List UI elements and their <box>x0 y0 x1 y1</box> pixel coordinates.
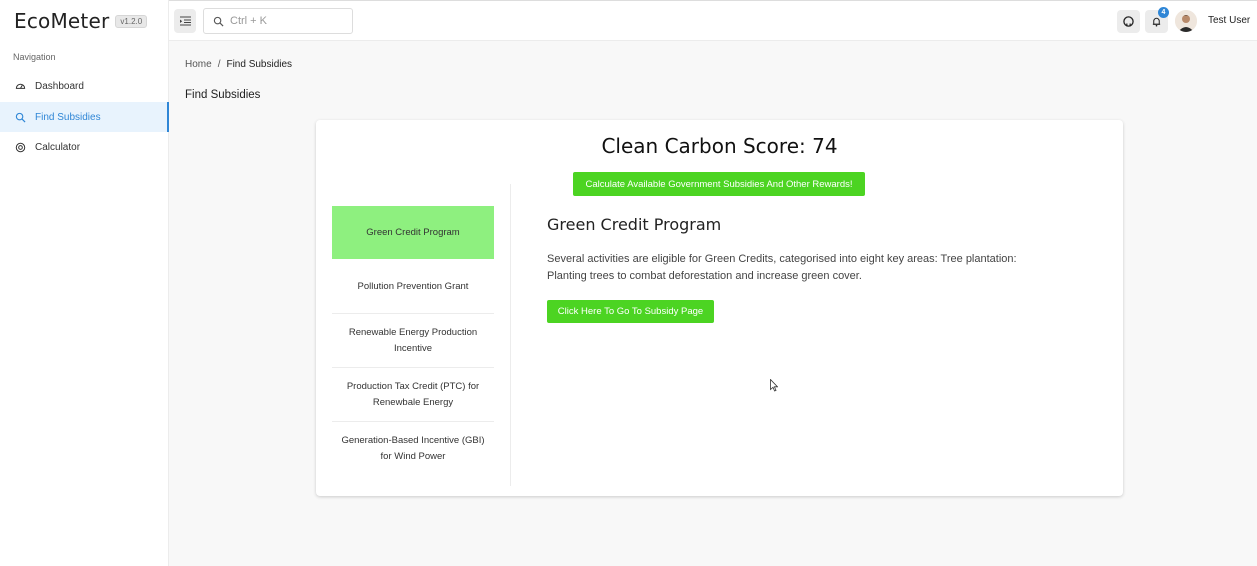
program-tab-renewable-energy-incentive[interactable]: Renewable Energy Production Incentive <box>332 314 494 368</box>
notification-badge: 4 <box>1158 7 1169 18</box>
vertical-divider <box>510 184 511 486</box>
calculator-icon <box>15 142 26 152</box>
menu-indent-icon <box>179 16 191 26</box>
menu-toggle-button[interactable] <box>174 9 196 33</box>
search-icon <box>213 16 224 27</box>
bell-icon <box>1152 17 1161 27</box>
search-icon <box>15 112 26 123</box>
dashboard-icon <box>15 83 26 89</box>
breadcrumb-home[interactable]: Home <box>185 59 212 70</box>
page-title: Find Subsidies <box>185 89 261 101</box>
search-box[interactable] <box>203 8 353 34</box>
program-tab-production-tax-credit[interactable]: Production Tax Credit (PTC) for Renewbal… <box>332 368 494 422</box>
program-tab-pollution-prevention[interactable]: Pollution Prevention Grant <box>332 260 494 314</box>
avatar[interactable] <box>1175 10 1197 32</box>
go-to-subsidy-page-button[interactable]: Click Here To Go To Subsidy Page <box>547 300 714 323</box>
sidebar-item-label: Dashboard <box>35 80 84 92</box>
carbon-score-heading: Clean Carbon Score: 74 <box>601 134 838 158</box>
search-input[interactable] <box>230 15 340 27</box>
program-tab-green-credit[interactable]: Green Credit Program <box>332 206 494 259</box>
sidebar: EcoMeter v1.2.0 Navigation Dashboard Fin… <box>0 0 169 566</box>
subsidies-card: Clean Carbon Score: 74 Calculate Availab… <box>316 120 1123 496</box>
app-name: EcoMeter <box>14 9 110 33</box>
nav-heading: Navigation <box>13 52 56 62</box>
breadcrumb: Home / Find Subsidies <box>185 59 292 70</box>
sidebar-item-dashboard[interactable]: Dashboard <box>0 71 169 101</box>
topbar: 4 Test User <box>169 0 1257 41</box>
sidebar-item-find-subsidies[interactable]: Find Subsidies <box>0 102 169 132</box>
github-icon <box>1123 16 1134 27</box>
breadcrumb-separator: / <box>217 59 221 70</box>
github-button[interactable] <box>1117 10 1140 33</box>
sidebar-item-label: Find Subsidies <box>35 111 101 123</box>
sidebar-item-label: Calculator <box>35 141 81 153</box>
program-tab-generation-based-incentive[interactable]: Generation-Based Incentive (GBI) for Win… <box>332 422 494 476</box>
notifications-button[interactable]: 4 <box>1145 7 1169 33</box>
program-list: Green Credit Program Pollution Preventio… <box>332 206 494 476</box>
version-badge: v1.2.0 <box>115 14 148 28</box>
brand[interactable]: EcoMeter v1.2.0 <box>14 9 148 33</box>
user-avatar-icon <box>1175 10 1197 32</box>
mouse-cursor-icon <box>770 379 778 392</box>
calculate-subsidies-button[interactable]: Calculate Available Government Subsidies… <box>573 172 865 196</box>
breadcrumb-current: Find Subsidies <box>226 59 293 70</box>
program-detail-title: Green Credit Program <box>547 215 722 234</box>
program-detail-description: Several activities are eligible for Gree… <box>547 253 1017 282</box>
user-name[interactable]: Test User <box>1208 15 1250 26</box>
sidebar-item-calculator[interactable]: Calculator <box>0 132 169 162</box>
